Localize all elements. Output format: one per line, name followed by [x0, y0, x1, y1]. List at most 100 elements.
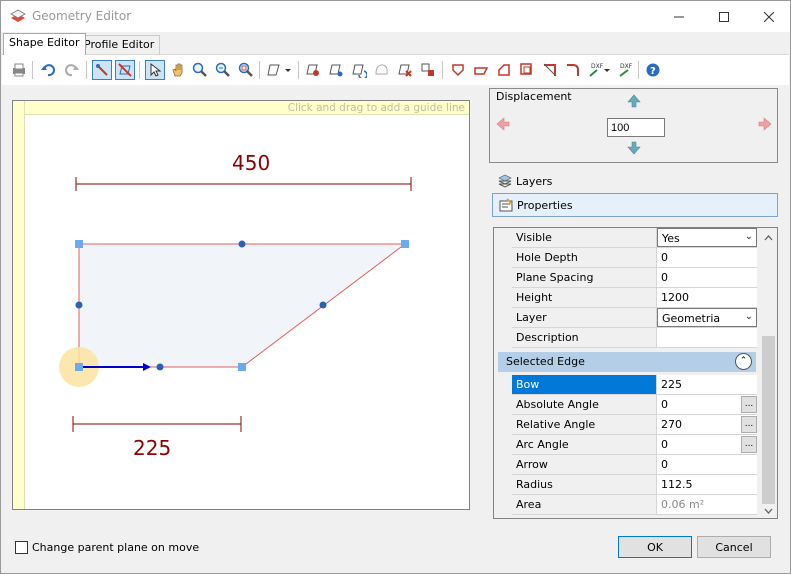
midpoint-handle[interactable]	[156, 363, 164, 371]
pan-tool[interactable]	[168, 60, 188, 80]
property-name: Arc Angle	[512, 435, 657, 454]
ellipsis-button[interactable]: ...	[741, 436, 757, 453]
minimize-button[interactable]	[656, 1, 702, 32]
change-parent-plane-checkbox[interactable]	[15, 541, 28, 554]
import-dxf-icon: DXF	[589, 63, 610, 77]
midpoint-handle[interactable]	[238, 240, 246, 248]
editor-tabs: Shape Editor Profile Editor	[1, 32, 790, 55]
toolbar-separator	[86, 61, 87, 79]
delete-point-tool[interactable]	[395, 60, 415, 80]
pan-icon	[172, 63, 183, 77]
collapse-icon[interactable]: ⌃	[735, 353, 752, 370]
arrow-field[interactable]: 0	[657, 455, 757, 474]
relative-angle-field[interactable]: 270...	[657, 415, 757, 434]
undo-button[interactable]	[38, 60, 58, 80]
export-dxf-button[interactable]: DXF	[615, 60, 635, 80]
snap-edit-toggle[interactable]	[92, 60, 112, 80]
layers-label: Layers	[516, 175, 553, 188]
rotate-tool[interactable]	[349, 60, 369, 80]
plane-spacing-field[interactable]: 0	[657, 268, 757, 287]
tab-profile-editor[interactable]: Profile Editor	[78, 35, 161, 54]
toolbar-separator	[638, 61, 639, 79]
property-scrollbar[interactable]	[760, 228, 777, 518]
arc-tool[interactable]	[372, 60, 392, 80]
absolute-angle-field[interactable]: 0...	[657, 395, 757, 414]
property-name: Layer	[512, 308, 657, 327]
vertex-handle[interactable]	[238, 363, 246, 371]
window-title: Geometry Editor	[32, 9, 132, 23]
change-parent-plane-label: Change parent plane on move	[32, 541, 200, 554]
move-right-icon[interactable]	[758, 117, 772, 131]
zoom-out-tool[interactable]	[213, 60, 233, 80]
maximize-button[interactable]	[701, 1, 747, 32]
move-tool[interactable]	[418, 60, 438, 80]
shape-d-tool[interactable]	[517, 60, 537, 80]
vertex-handle[interactable]	[75, 240, 83, 248]
property-name: Hole Depth	[512, 248, 657, 267]
drawing-canvas[interactable]: Click and drag to add a guide line 450 2…	[12, 100, 470, 510]
property-name: Area	[512, 495, 657, 514]
vertex-handle[interactable]	[401, 240, 409, 248]
bow-field[interactable]: 225	[657, 375, 757, 394]
radius-field[interactable]: 112.5	[657, 475, 757, 494]
layers-icon	[498, 174, 512, 188]
zoom-in-icon	[192, 62, 207, 77]
toolbar-separator	[298, 61, 299, 79]
edit-point-icon	[329, 64, 343, 77]
close-button[interactable]	[746, 1, 791, 32]
ellipsis-button[interactable]: ...	[741, 396, 757, 413]
draw-shape-icon	[267, 64, 291, 76]
height-field[interactable]: 1200	[657, 288, 757, 307]
move-down-icon[interactable]	[627, 141, 641, 155]
fillet-tool[interactable]	[563, 60, 583, 80]
move-left-icon[interactable]	[496, 117, 510, 131]
arc-angle-field[interactable]: 0...	[657, 435, 757, 454]
hole-depth-field[interactable]: 0	[657, 248, 757, 267]
property-name: Description	[512, 328, 657, 347]
scroll-down-icon[interactable]	[760, 503, 777, 519]
zoom-out-icon	[215, 62, 230, 77]
displacement-input[interactable]	[607, 118, 665, 137]
layer-select[interactable]: Geometria ⌄	[657, 308, 757, 327]
move-up-icon[interactable]	[627, 94, 641, 108]
properties-section[interactable]: Properties	[492, 193, 778, 217]
property-name: Height	[512, 288, 657, 307]
midpoint-handle[interactable]	[319, 301, 327, 309]
shape-c-tool[interactable]	[494, 60, 514, 80]
redo-button[interactable]	[62, 60, 82, 80]
scrollbar-thumb[interactable]	[762, 336, 775, 504]
draw-shape-dropdown[interactable]	[265, 60, 293, 80]
tab-shape-editor[interactable]: Shape Editor	[3, 33, 86, 55]
ellipsis-button[interactable]: ...	[741, 416, 757, 433]
shape-a-tool[interactable]	[448, 60, 468, 80]
category-label: Selected Edge	[506, 355, 585, 368]
ok-button[interactable]: OK	[618, 536, 692, 558]
shape-polygon[interactable]	[78, 243, 407, 368]
visible-select[interactable]: Yes ⌄	[657, 228, 757, 247]
scroll-up-icon[interactable]	[760, 230, 777, 247]
undo-icon	[41, 64, 55, 77]
midpoint-handle[interactable]	[75, 301, 83, 309]
description-field[interactable]	[657, 328, 757, 347]
snap-shape-toggle[interactable]	[115, 60, 135, 80]
snap-edit-icon	[96, 64, 108, 76]
zoom-in-tool[interactable]	[190, 60, 210, 80]
property-row-description: Description	[512, 328, 757, 348]
print-button[interactable]	[9, 60, 29, 80]
selected-edge-category[interactable]: Selected Edge ⌃	[498, 352, 756, 372]
layer-value: Geometria	[662, 312, 721, 325]
shape-b-tool[interactable]	[471, 60, 491, 80]
property-row-arc-angle: Arc Angle 0...	[512, 435, 757, 455]
help-button[interactable]: ?	[643, 60, 663, 80]
vertex-handle[interactable]	[75, 363, 83, 371]
app-icon	[10, 9, 26, 22]
pointer-tool[interactable]	[145, 60, 165, 80]
property-grid: Visible Yes ⌄ Hole Depth 0 Plane Spacing …	[493, 227, 778, 519]
zoom-fit-tool[interactable]	[236, 60, 256, 80]
chamfer-tool[interactable]	[540, 60, 560, 80]
add-point-tool[interactable]	[303, 60, 323, 80]
import-dxf-dropdown[interactable]: DXF	[586, 60, 612, 80]
edit-point-tool[interactable]	[326, 60, 346, 80]
layers-section[interactable]: Layers	[492, 170, 778, 193]
cancel-button[interactable]: Cancel	[697, 536, 771, 558]
